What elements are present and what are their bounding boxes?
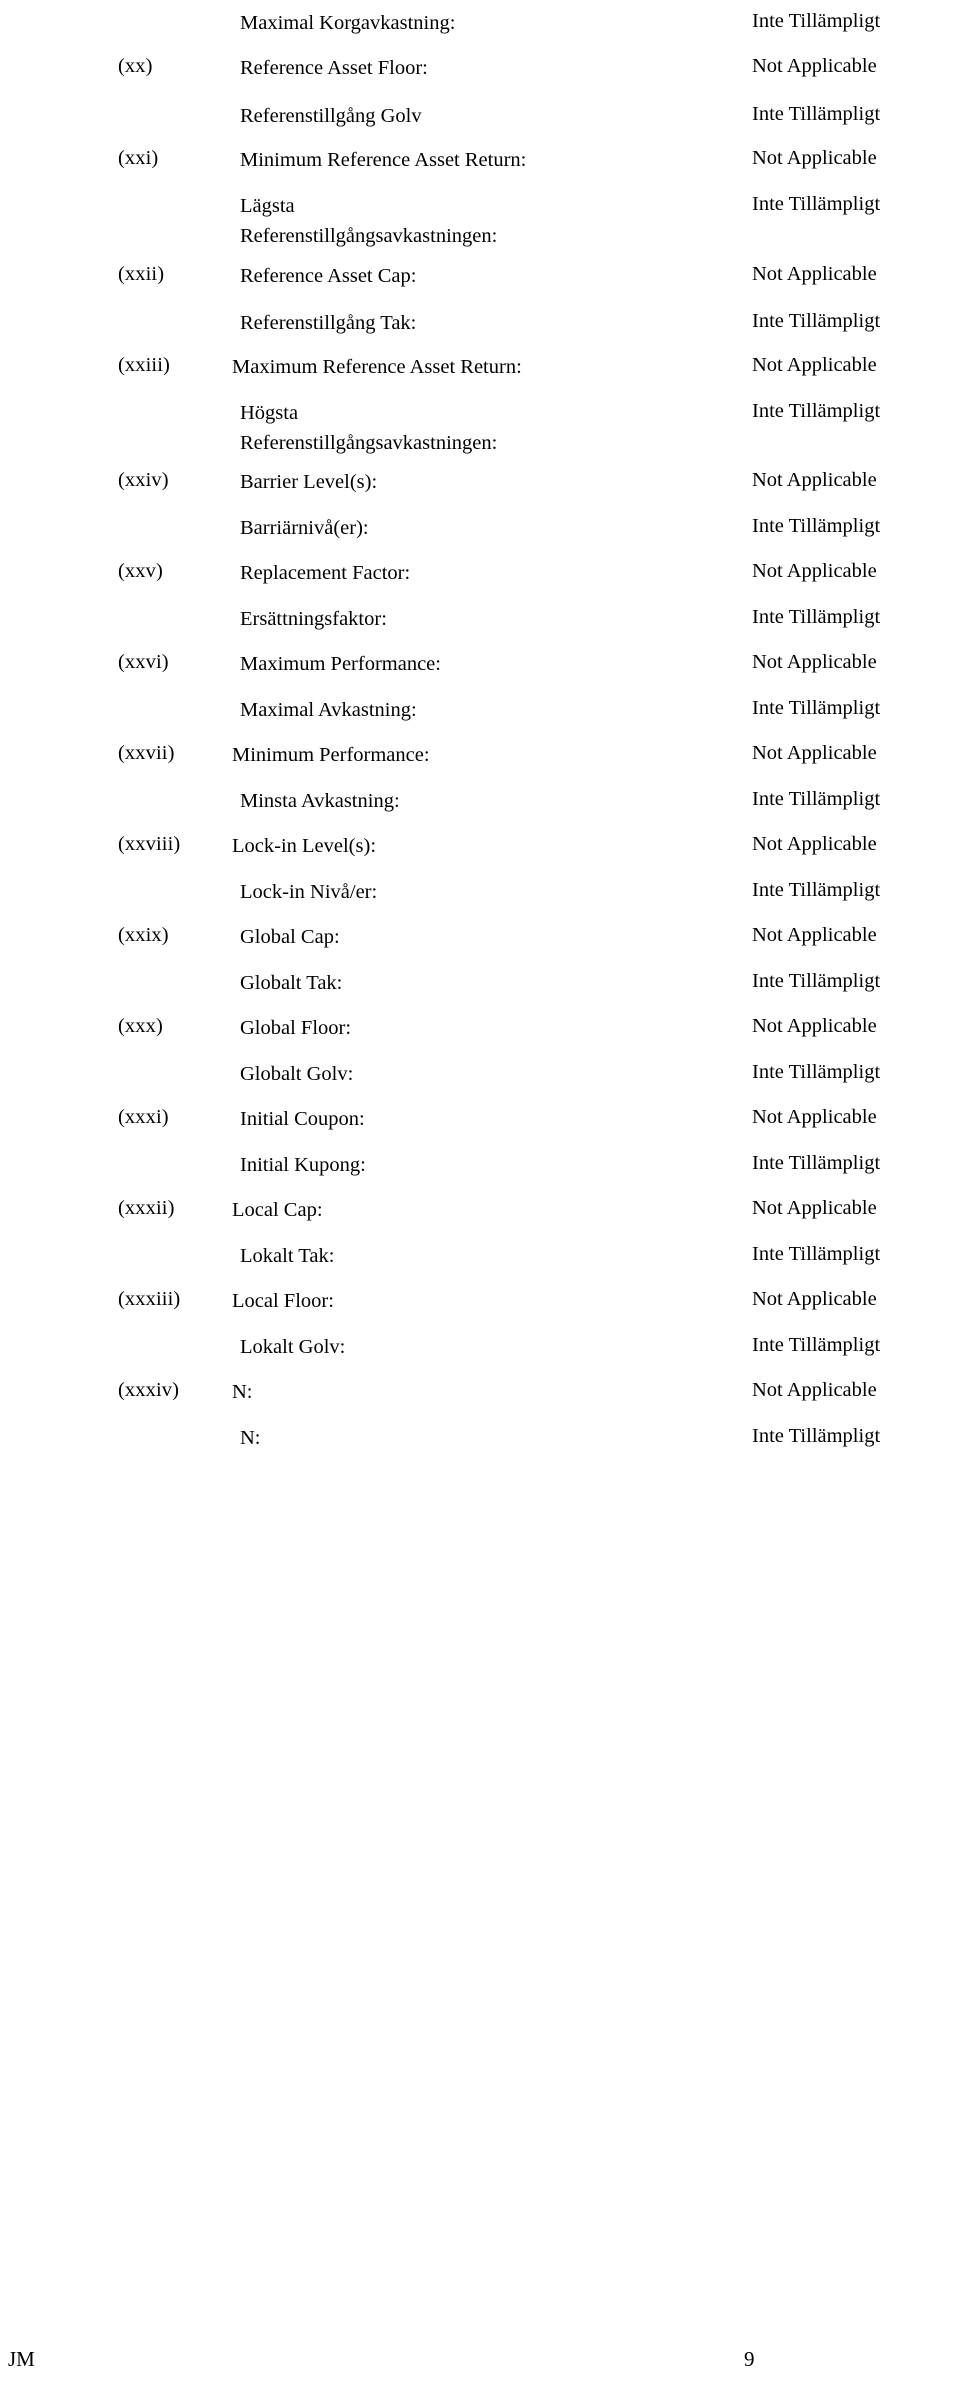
term-value: Inte Tillämpligt — [752, 400, 881, 422]
term-value: Not Applicable — [752, 469, 877, 491]
footer-document-code: JM — [8, 2347, 35, 2371]
term-value: Inte Tillämpligt — [752, 515, 881, 537]
term-label: Global Cap: — [240, 926, 340, 948]
term-item-number: (xxv) — [118, 560, 163, 582]
term-value: Not Applicable — [752, 55, 877, 77]
term-value: Inte Tillämpligt — [752, 970, 881, 992]
term-item-number: (xxxiv) — [118, 1379, 180, 1401]
term-value: Not Applicable — [752, 1015, 877, 1037]
term-value: Not Applicable — [752, 1379, 877, 1401]
term-value: Not Applicable — [752, 651, 877, 673]
term-item-number: (xxix) — [118, 924, 169, 946]
term-label: Reference Asset Cap: — [240, 265, 417, 287]
term-item-number: (xx) — [118, 55, 153, 77]
term-label: Lock-in Level(s): — [232, 835, 377, 857]
term-label: Minimum Reference Asset Return: — [240, 149, 527, 171]
term-label: N: — [240, 1427, 261, 1449]
term-label: Maximal Korgavkastning: — [240, 12, 456, 34]
term-item-number: (xxiv) — [118, 469, 169, 491]
term-value: Not Applicable — [752, 1106, 877, 1128]
term-item-number: (xxx) — [118, 1015, 163, 1037]
term-value: Inte Tillämpligt — [752, 697, 881, 719]
term-value: Inte Tillämpligt — [752, 1061, 881, 1083]
term-label: Referenstillgång Golv — [240, 105, 422, 127]
term-item-number: (xxxi) — [118, 1106, 169, 1128]
term-value: Not Applicable — [752, 833, 877, 855]
term-value: Inte Tillämpligt — [752, 606, 881, 628]
term-value: Inte Tillämpligt — [752, 1243, 881, 1265]
term-label: Maximal Avkastning: — [240, 699, 417, 721]
term-label: Globalt Golv: — [240, 1063, 354, 1085]
term-label: Globalt Tak: — [240, 972, 343, 994]
term-label: Ersättningsfaktor: — [240, 608, 387, 630]
term-item-number: (xxvii) — [118, 742, 175, 764]
term-label: Local Floor: — [232, 1290, 334, 1312]
term-label: Local Cap: — [232, 1199, 323, 1221]
term-value: Inte Tillämpligt — [752, 103, 881, 125]
term-item-number: (xxxii) — [118, 1197, 175, 1219]
term-value: Not Applicable — [752, 1197, 877, 1219]
term-item-number: (xxviii) — [118, 833, 181, 855]
term-value: Inte Tillämpligt — [752, 193, 881, 215]
term-label: Barrier Level(s): — [240, 471, 378, 493]
term-value: Not Applicable — [752, 263, 877, 285]
term-value: Inte Tillämpligt — [752, 10, 881, 32]
term-label: Global Floor: — [240, 1017, 352, 1039]
term-value: Inte Tillämpligt — [752, 1425, 881, 1447]
term-label: Lokalt Golv: — [240, 1336, 346, 1358]
term-value: Not Applicable — [752, 1288, 877, 1310]
term-item-number: (xxxiii) — [118, 1288, 181, 1310]
document-page: Maximal Korgavkastning: Inte Tillämpligt (… — [0, 0, 960, 2391]
term-label: N: — [232, 1381, 253, 1403]
term-label: Reference Asset Floor: — [240, 57, 428, 79]
term-value: Inte Tillämpligt — [752, 788, 881, 810]
term-value: Inte Tillämpligt — [752, 1152, 881, 1174]
term-label: Högsta Referenstillgångsavkastningen: — [240, 402, 498, 454]
term-label: Maximum Reference Asset Return: — [232, 356, 522, 378]
term-item-number: (xxi) — [118, 147, 159, 169]
term-value: Inte Tillämpligt — [752, 1334, 881, 1356]
term-label: Minsta Avkastning: — [240, 790, 400, 812]
term-label: Replacement Factor: — [240, 562, 411, 584]
term-label: Maximum Performance: — [240, 653, 441, 675]
footer-page-number: 9 — [744, 2347, 755, 2371]
term-label: Referenstillgång Tak: — [240, 312, 417, 334]
term-item-number: (xxii) — [118, 263, 165, 285]
term-value: Not Applicable — [752, 354, 877, 376]
term-value: Not Applicable — [752, 742, 877, 764]
term-item-number: (xxiii) — [118, 354, 170, 376]
term-label: Initial Kupong: — [240, 1154, 366, 1176]
term-value: Not Applicable — [752, 147, 877, 169]
term-label: Minimum Performance: — [232, 744, 430, 766]
term-label: Lägsta Referenstillgångsavkastningen: — [240, 195, 498, 247]
term-item-number: (xxvi) — [118, 651, 169, 673]
term-label: Lock-in Nivå/er: — [240, 881, 378, 903]
term-value: Not Applicable — [752, 560, 877, 582]
term-label: Lokalt Tak: — [240, 1245, 335, 1267]
term-value: Not Applicable — [752, 924, 877, 946]
page-footer: JM 9 — [0, 2345, 960, 2375]
term-label: Initial Coupon: — [240, 1108, 365, 1130]
term-value: Inte Tillämpligt — [752, 879, 881, 901]
term-value: Inte Tillämpligt — [752, 310, 881, 332]
term-label: Barriärnivå(er): — [240, 517, 369, 539]
